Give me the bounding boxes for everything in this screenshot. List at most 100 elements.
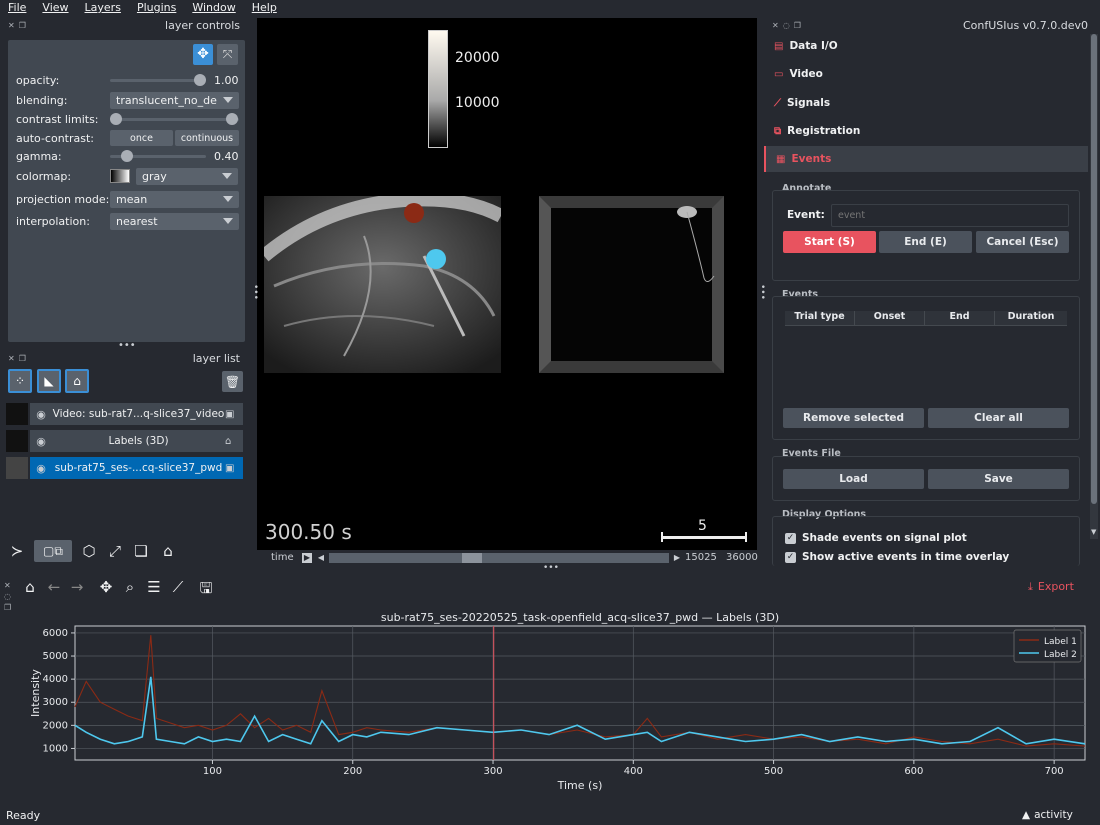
table-header: Trial type Onset End Duration	[785, 311, 1067, 326]
configure-icon[interactable]: ☰	[144, 578, 164, 596]
layer-row-selected[interactable]: ◉ sub-rat75_ses-...cq-slice37_pwd ▣	[6, 456, 243, 480]
export-button[interactable]: ⤓ Export	[1028, 580, 1074, 594]
splitter-handle[interactable]: •••	[250, 284, 260, 300]
eye-icon[interactable]: ◉	[30, 408, 52, 421]
pan-zoom-icon[interactable]: ✥	[193, 44, 213, 65]
contrast-slider[interactable]	[110, 110, 239, 128]
slider-max: 36000	[726, 552, 758, 563]
scale-bar-tick	[745, 532, 747, 542]
interpolation-label: interpolation:	[16, 214, 90, 228]
nav-data-io[interactable]: ▤ Data I/O	[764, 33, 1088, 59]
transform-icon[interactable]: ⤧	[217, 44, 238, 65]
hide-icon[interactable]: ◌	[4, 591, 11, 602]
float-icon[interactable]: ❐	[794, 21, 801, 30]
axes-edit-icon[interactable]: ⟋	[168, 578, 188, 596]
menu-window[interactable]: Window	[184, 0, 243, 16]
x-tick-label: 700	[1045, 766, 1064, 777]
console-icon[interactable]: ≻	[6, 540, 28, 562]
col-end[interactable]: End	[925, 311, 995, 325]
close-icon[interactable]: ✕	[4, 580, 11, 591]
float-icon[interactable]: ❐	[19, 354, 26, 363]
gamma-slider[interactable]	[110, 147, 206, 165]
menu-plugins[interactable]: Plugins	[129, 0, 184, 16]
continuous-button[interactable]: continuous	[175, 130, 239, 146]
pan-icon[interactable]: ✥	[96, 578, 116, 596]
activity-button[interactable]: ▲ activity	[1022, 809, 1073, 821]
ndisplay-icon[interactable]: ▢⧉	[34, 540, 72, 562]
blending-select[interactable]: translucent_no_de	[110, 91, 239, 109]
layer-list-title: layer list	[192, 351, 240, 365]
close-icon[interactable]: ✕	[8, 354, 15, 363]
hide-icon[interactable]: ◌	[783, 21, 790, 30]
menu-layers[interactable]: Layers	[77, 0, 129, 16]
menu-file[interactable]: File	[0, 0, 34, 16]
nav-video[interactable]: ▭ Video	[764, 61, 1088, 87]
projection-row: projection mode: mean	[16, 190, 240, 208]
slider-value[interactable]: 15025	[685, 552, 717, 563]
y-tick-label: 6000	[43, 628, 68, 639]
scrollbar-thumb[interactable]	[1091, 34, 1097, 504]
remove-selected-button[interactable]: Remove selected	[783, 408, 924, 428]
new-shapes-icon[interactable]: ◣	[37, 369, 61, 393]
menu-help[interactable]: Help	[244, 0, 285, 16]
home-icon[interactable]: ⌂	[20, 578, 40, 596]
end-button[interactable]: End (E)	[879, 231, 972, 253]
colormap-select[interactable]: gray	[136, 167, 238, 185]
step-forward-icon[interactable]: ▶	[672, 553, 682, 563]
y-axis-label: Intensity	[29, 669, 42, 717]
load-button[interactable]: Load	[783, 469, 924, 489]
zoom-icon[interactable]: ⌕	[120, 578, 140, 596]
layer-row[interactable]: ◉ Video: sub-rat7...q-slice37_video ▣	[6, 402, 243, 426]
interpolation-select[interactable]: nearest	[110, 212, 239, 230]
layer-list-titlebar: ✕ ❐ layer list	[0, 349, 246, 367]
layer-thumbnail	[6, 457, 28, 479]
grid-icon[interactable]: ❏	[130, 540, 152, 562]
layer-row[interactable]: ◉ Labels (3D) ⌂	[6, 429, 243, 453]
menu-bar: File View Layers Plugins Window Help	[0, 0, 1100, 16]
nav-events[interactable]: ▦ Events	[764, 146, 1088, 172]
home-icon[interactable]: ⌂	[157, 540, 179, 562]
new-labels-icon[interactable]: ⌂	[65, 369, 89, 393]
menu-view[interactable]: View	[34, 0, 76, 16]
back-arrow-icon[interactable]: ←	[44, 578, 64, 596]
signal-chart[interactable]: sub-rat75_ses-20220525_task-openfield_ac…	[0, 605, 1100, 805]
save-button[interactable]: Save	[928, 469, 1069, 489]
event-input[interactable]	[831, 204, 1069, 227]
float-icon[interactable]: ❐	[19, 21, 26, 30]
clear-all-button[interactable]: Clear all	[928, 408, 1069, 428]
save-figure-icon[interactable]: 🖫	[196, 578, 216, 603]
nav-registration[interactable]: ⧉ Registration	[764, 118, 1088, 144]
close-icon[interactable]: ✕	[8, 21, 15, 30]
col-duration[interactable]: Duration	[995, 311, 1067, 325]
col-onset[interactable]: Onset	[855, 311, 925, 325]
projection-select[interactable]: mean	[110, 190, 239, 208]
start-button[interactable]: Start (S)	[783, 231, 876, 253]
eye-icon[interactable]: ◉	[30, 462, 52, 475]
eye-icon[interactable]: ◉	[30, 435, 52, 448]
scroll-down-icon[interactable]: ▼	[1091, 528, 1096, 536]
transpose-icon[interactable]: ⤢	[104, 540, 126, 562]
splitter-handle[interactable]: •••	[757, 284, 767, 300]
once-button[interactable]: once	[110, 130, 173, 146]
label-2-marker	[426, 249, 446, 269]
splitter-handle[interactable]: •••	[543, 563, 559, 573]
cancel-button[interactable]: Cancel (Esc)	[976, 231, 1069, 253]
colormap-label: colormap:	[16, 169, 72, 183]
shade-events-checkbox[interactable]: ✓ Shade events on signal plot	[785, 532, 967, 544]
time-slider-handle[interactable]	[462, 553, 483, 563]
roll-axes-icon[interactable]: ⬡	[78, 540, 100, 562]
nav-signals[interactable]: ⟋ Signals	[764, 90, 1088, 116]
close-icon[interactable]: ✕	[772, 21, 779, 30]
col-trial-type[interactable]: Trial type	[785, 311, 855, 325]
trash-icon[interactable]: 🗑	[222, 371, 243, 392]
scrollbar[interactable]	[1090, 34, 1098, 539]
forward-arrow-icon[interactable]: →	[67, 578, 87, 596]
new-points-icon[interactable]: ⁘	[8, 369, 32, 393]
step-back-icon[interactable]: ◀	[316, 553, 326, 563]
viewer-canvas[interactable]: 20000 10000 300.50 s 5	[257, 18, 757, 550]
active-events-checkbox[interactable]: ✓ Show active events in time overlay	[785, 551, 1009, 563]
opacity-slider[interactable]	[110, 71, 206, 89]
time-slider[interactable]	[329, 553, 669, 563]
events-table[interactable]: Trial type Onset End Duration	[785, 311, 1067, 406]
play-icon[interactable]: ▶	[302, 553, 312, 563]
